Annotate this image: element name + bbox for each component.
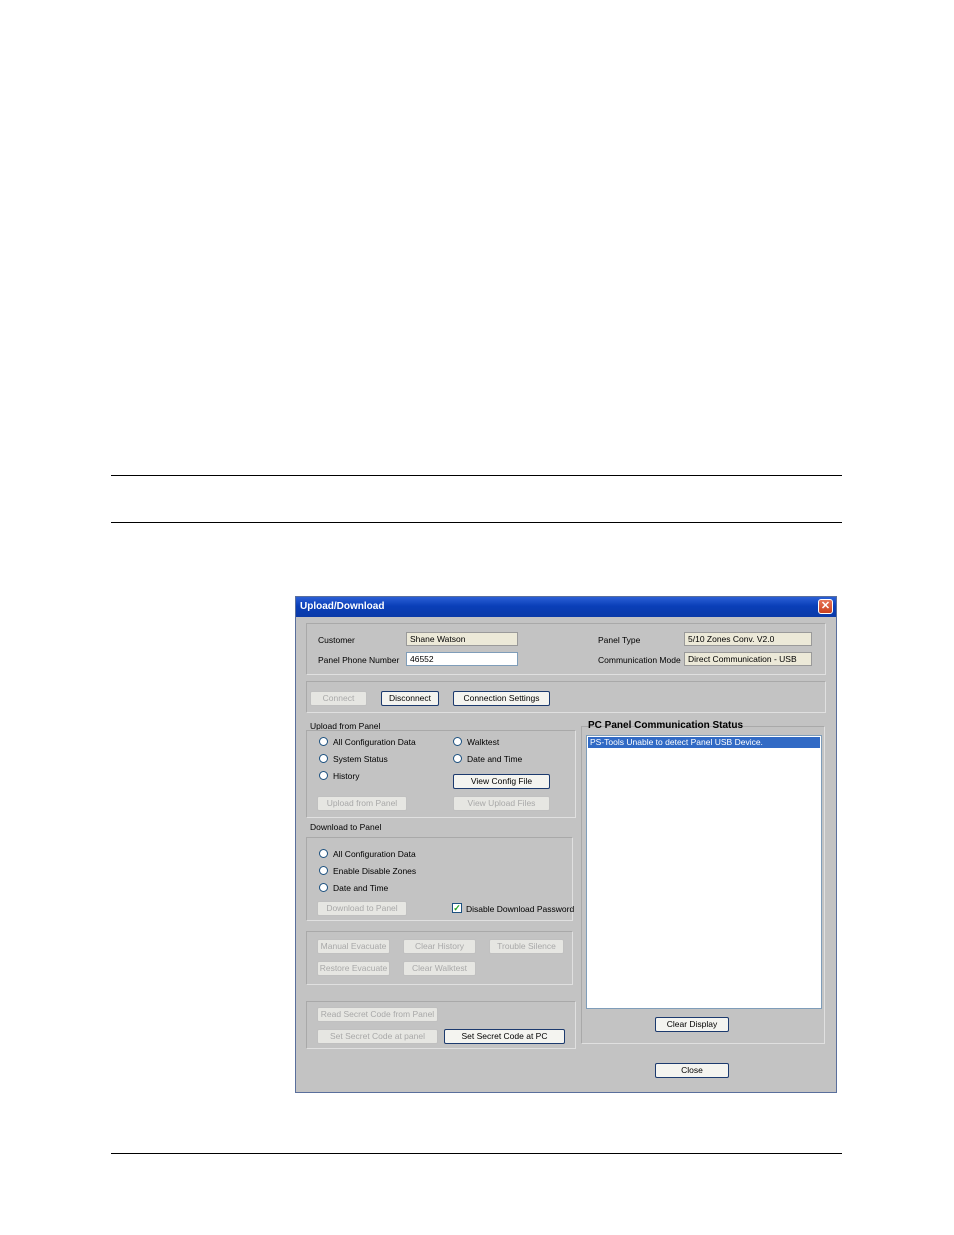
top-rule — [111, 475, 842, 476]
upload-all-config-radio[interactable] — [319, 737, 328, 746]
upload-history-label: History — [333, 771, 360, 781]
view-upload-files-button[interactable]: View Upload Files — [453, 796, 550, 811]
close-button[interactable]: Close — [655, 1063, 729, 1078]
upload-walktest-label: Walktest — [467, 737, 500, 747]
upload-date-time-label: Date and Time — [467, 754, 523, 764]
connect-button[interactable]: Connect — [310, 691, 367, 706]
status-heading: PC Panel Communication Status — [588, 720, 744, 731]
upload-from-panel-button[interactable]: Upload from Panel — [317, 796, 407, 811]
connection-settings-button[interactable]: Connection Settings — [453, 691, 550, 706]
read-secret-code-button[interactable]: Read Secret Code from Panel — [317, 1007, 438, 1022]
clear-display-button[interactable]: Clear Display — [655, 1017, 729, 1032]
phone-field[interactable]: 46552 — [406, 652, 518, 666]
upload-system-status-radio[interactable] — [319, 754, 328, 763]
upload-all-config-label: All Configuration Data — [333, 737, 416, 747]
set-secret-code-panel-button[interactable]: Set Secret Code at panel — [317, 1029, 438, 1044]
upload-walktest-radio[interactable] — [453, 737, 462, 746]
disable-password-checkbox[interactable]: ✓ — [452, 903, 462, 913]
window-title: Upload/Download — [300, 601, 385, 612]
middle-rule — [111, 522, 842, 523]
phone-label: Panel Phone Number — [318, 655, 400, 665]
clear-walktest-button[interactable]: Clear Walktest — [403, 961, 476, 976]
upload-download-dialog: Upload/Download ✕ Customer Shane Watson … — [295, 596, 837, 1093]
customer-field: Shane Watson — [406, 632, 518, 646]
comm-mode-field: Direct Communication - USB — [684, 652, 812, 666]
download-heading: Download to Panel — [310, 822, 382, 832]
upload-history-radio[interactable] — [319, 771, 328, 780]
bottom-rule — [111, 1153, 842, 1154]
download-enable-disable-label: Enable Disable Zones — [333, 866, 417, 876]
status-line[interactable]: PS-Tools Unable to detect Panel USB Devi… — [588, 737, 820, 748]
upload-system-status-label: System Status — [333, 754, 388, 764]
clear-history-button[interactable]: Clear History — [403, 939, 476, 954]
view-config-file-button[interactable]: View Config File — [453, 774, 550, 789]
download-all-config-radio[interactable] — [319, 849, 328, 858]
disconnect-button[interactable]: Disconnect — [381, 691, 439, 706]
restore-evacuate-button[interactable]: Restore Evacuate — [317, 961, 390, 976]
close-icon[interactable]: ✕ — [818, 599, 833, 614]
panel-type-field: 5/10 Zones Conv. V2.0 — [684, 632, 812, 646]
download-all-config-label: All Configuration Data — [333, 849, 416, 859]
customer-label: Customer — [318, 635, 355, 645]
upload-date-time-radio[interactable] — [453, 754, 462, 763]
info-group — [306, 623, 826, 675]
comm-mode-label: Communication Mode — [598, 655, 681, 665]
download-enable-disable-radio[interactable] — [319, 866, 328, 875]
download-date-time-label: Date and Time — [333, 883, 389, 893]
status-list[interactable]: PS-Tools Unable to detect Panel USB Devi… — [586, 735, 822, 1009]
download-to-panel-button[interactable]: Download to Panel — [317, 901, 407, 916]
set-secret-code-pc-button[interactable]: Set Secret Code at PC — [444, 1029, 565, 1044]
manual-evacuate-button[interactable]: Manual Evacuate — [317, 939, 390, 954]
panel-type-label: Panel Type — [598, 635, 641, 645]
trouble-silence-button[interactable]: Trouble Silence — [489, 939, 564, 954]
disable-password-label: Disable Download Password — [466, 904, 575, 914]
download-date-time-radio[interactable] — [319, 883, 328, 892]
title-bar[interactable]: Upload/Download ✕ — [296, 597, 836, 617]
